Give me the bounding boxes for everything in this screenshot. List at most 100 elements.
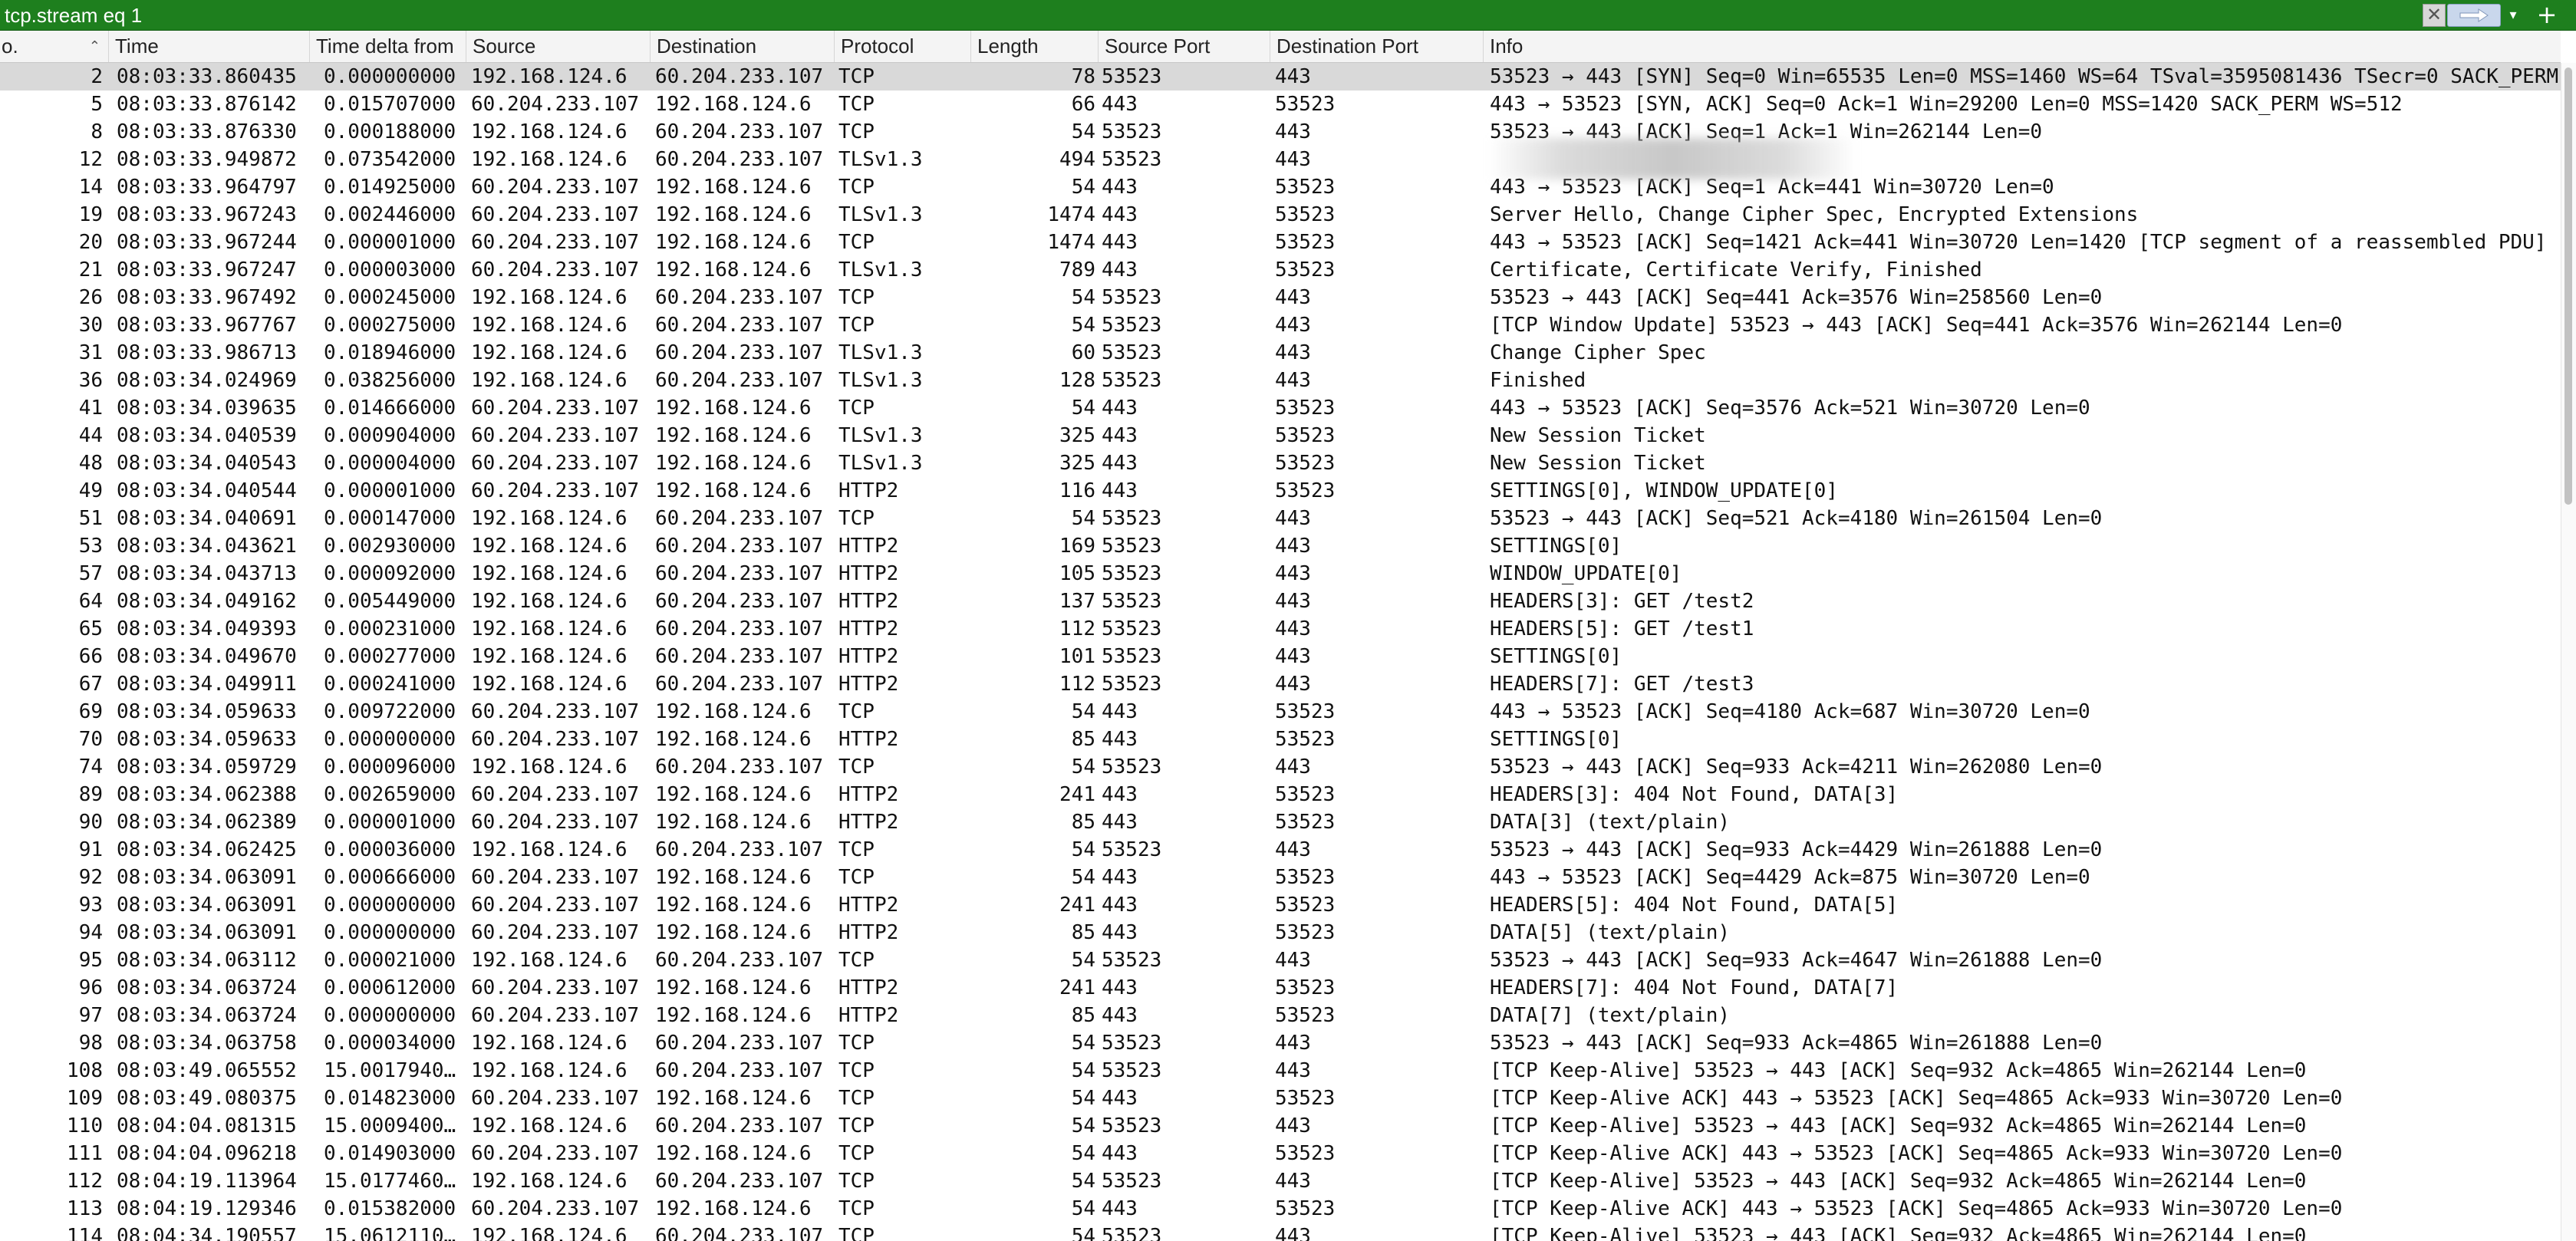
table-row[interactable]: 20 08:03:33.967244 0.000001000 60.204.233.1… <box>0 229 2561 256</box>
cell-length: 54 <box>1071 286 1095 309</box>
column-header-source-port[interactable]: Source Port <box>1099 31 1270 62</box>
display-filter-input[interactable] <box>5 2 2413 28</box>
cell-number: 20 <box>78 231 103 254</box>
table-row[interactable]: 8 08:03:33.876330 0.000188000 192.168.124.6… <box>0 118 2561 146</box>
column-header-length[interactable]: Length <box>971 31 1099 62</box>
table-row[interactable]: 51 08:03:34.040691 0.000147000 192.168.124.… <box>0 505 2561 532</box>
table-row[interactable]: 96 08:03:34.063724 0.000612000 60.204.233.1… <box>0 974 2561 1002</box>
table-row[interactable]: 41 08:03:34.039635 0.014666000 60.204.233.1… <box>0 394 2561 422</box>
table-row[interactable]: 44 08:03:34.040539 0.000904000 60.204.233.1… <box>0 422 2561 449</box>
table-row[interactable]: 111 08:04:04.096218 0.014903000 60.204.233.… <box>0 1140 2561 1167</box>
scrollbar-thumb[interactable] <box>2564 67 2572 505</box>
cell-time: 08:03:33.986713 <box>117 341 297 364</box>
table-row[interactable]: 90 08:03:34.062389 0.000001000 60.204.233.1… <box>0 808 2561 836</box>
column-header-destination-port[interactable]: Destination Port <box>1270 31 1484 62</box>
cell-info: SETTINGS[0] <box>1490 535 1622 558</box>
table-row[interactable]: 70 08:03:34.059633 0.000000000 60.204.233.1… <box>0 726 2561 753</box>
cell-destination-port: 53523 <box>1275 176 1336 199</box>
column-header-source[interactable]: Source <box>466 31 651 62</box>
table-row[interactable]: 97 08:03:34.063724 0.000000000 60.204.233.1… <box>0 1002 2561 1029</box>
cell-info: [TCP Keep-Alive] 53523 → 443 [ACK] Seq=9… <box>1490 1059 2307 1082</box>
column-header-protocol[interactable]: Protocol <box>835 31 971 62</box>
table-row[interactable]: 93 08:03:34.063091 0.000000000 60.204.233.1… <box>0 891 2561 919</box>
table-row[interactable]: 26 08:03:33.967492 0.000245000 192.168.124.… <box>0 284 2561 311</box>
table-row[interactable]: 89 08:03:34.062388 0.002659000 60.204.233.1… <box>0 781 2561 808</box>
table-row[interactable]: 48 08:03:34.040543 0.000004000 60.204.233.1… <box>0 449 2561 477</box>
table-row[interactable]: 30 08:03:33.967767 0.000275000 192.168.124.… <box>0 311 2561 339</box>
table-row[interactable]: 110 08:04:04.081315 15.0009400… 192.168.124… <box>0 1112 2561 1140</box>
cell-time: 08:03:34.059729 <box>117 755 297 779</box>
cell-length: 116 <box>1059 479 1095 502</box>
cell-destination-port: 443 <box>1275 1225 1311 1241</box>
cell-time-delta: 0.000666000 <box>324 866 456 889</box>
table-row[interactable]: 57 08:03:34.043713 0.000092000 192.168.124.… <box>0 560 2561 588</box>
table-row[interactable]: 92 08:03:34.063091 0.000666000 60.204.233.1… <box>0 864 2561 891</box>
cell-source: 192.168.124.6 <box>471 65 628 88</box>
cell-destination: 60.204.233.107 <box>655 590 824 613</box>
plus-icon[interactable]: + <box>2532 2 2562 29</box>
table-row[interactable]: 65 08:03:34.049393 0.000231000 192.168.124.… <box>0 615 2561 643</box>
table-row[interactable]: 19 08:03:33.967243 0.002446000 60.204.233.1… <box>0 201 2561 229</box>
cell-number: 31 <box>78 341 103 364</box>
column-header-time-delta[interactable]: Time delta from <box>310 31 466 62</box>
table-row[interactable]: 98 08:03:34.063758 0.000034000 192.168.124.… <box>0 1029 2561 1057</box>
cell-protocol: TCP <box>838 949 875 972</box>
chevron-down-icon[interactable]: ▾ <box>2502 4 2524 27</box>
cell-info: 53523 → 443 [ACK] Seq=441 Ack=3576 Win=2… <box>1490 286 2103 309</box>
cell-protocol: TCP <box>838 1225 875 1241</box>
cell-time-delta: 0.000001000 <box>324 231 456 254</box>
cell-destination: 60.204.233.107 <box>655 1170 824 1193</box>
table-row[interactable]: 31 08:03:33.986713 0.018946000 192.168.124.… <box>0 339 2561 367</box>
column-header-time[interactable]: Time <box>109 31 310 62</box>
cell-number: 5 <box>91 93 103 116</box>
table-row[interactable]: 74 08:03:34.059729 0.000096000 192.168.124.… <box>0 753 2561 781</box>
cell-destination: 192.168.124.6 <box>655 894 812 917</box>
cell-protocol: TCP <box>838 120 875 143</box>
table-row[interactable]: 36 08:03:34.024969 0.038256000 192.168.124.… <box>0 367 2561 394</box>
cell-info: 443 → 53523 [ACK] Seq=4180 Ack=687 Win=3… <box>1490 700 2090 723</box>
table-row[interactable]: 112 08:04:19.113964 15.0177460… 192.168.124… <box>0 1167 2561 1195</box>
table-row[interactable]: 109 08:03:49.080375 0.014823000 60.204.233.… <box>0 1085 2561 1112</box>
table-row[interactable]: 108 08:03:49.065552 15.0017940… 192.168.124… <box>0 1057 2561 1085</box>
table-row[interactable]: 64 08:03:34.049162 0.005449000 192.168.124.… <box>0 588 2561 615</box>
cell-length: 241 <box>1059 783 1095 806</box>
apply-arrow-icon[interactable] <box>2447 4 2501 27</box>
column-header-info[interactable]: Info <box>1484 31 2561 62</box>
vertical-scrollbar[interactable] <box>2561 63 2576 1241</box>
cell-number: 51 <box>78 507 103 530</box>
cell-source-port: 443 <box>1102 176 1138 199</box>
clear-icon[interactable]: ✕ <box>2423 4 2446 27</box>
cell-length: 54 <box>1071 1142 1095 1165</box>
cell-number: 12 <box>78 148 103 171</box>
table-row[interactable]: 14 08:03:33.964797 0.014925000 60.204.233.1… <box>0 173 2561 201</box>
cell-source: 192.168.124.6 <box>471 1170 628 1193</box>
cell-protocol: TLSv1.3 <box>838 203 923 226</box>
cell-source-port: 53523 <box>1102 562 1162 585</box>
table-row[interactable]: 53 08:03:34.043621 0.002930000 192.168.124.… <box>0 532 2561 560</box>
table-row[interactable]: 2 08:03:33.860435 0.000000000 192.168.124.6… <box>0 63 2561 91</box>
cell-number: 91 <box>78 838 103 861</box>
table-row[interactable]: 21 08:03:33.967247 0.000003000 60.204.233.1… <box>0 256 2561 284</box>
cell-destination-port: 443 <box>1275 369 1311 392</box>
table-row[interactable]: 5 08:03:33.876142 0.015707000 60.204.233.10… <box>0 91 2561 118</box>
table-row[interactable]: 69 08:03:34.059633 0.009722000 60.204.233.1… <box>0 698 2561 726</box>
cell-length: 325 <box>1059 424 1095 447</box>
table-row[interactable]: 12 08:03:33.949872 0.073542000 192.168.124.… <box>0 146 2561 173</box>
cell-destination: 60.204.233.107 <box>655 1032 824 1055</box>
table-row[interactable]: 113 08:04:19.129346 0.015382000 60.204.233.… <box>0 1195 2561 1223</box>
cell-time: 08:03:34.063112 <box>117 949 297 972</box>
cell-source: 60.204.233.107 <box>471 783 640 806</box>
table-row[interactable]: 91 08:03:34.062425 0.000036000 192.168.124.… <box>0 836 2561 864</box>
column-header-no[interactable]: o. ⌃ <box>0 31 109 62</box>
table-row[interactable]: 95 08:03:34.063112 0.000021000 192.168.124.… <box>0 946 2561 974</box>
table-row[interactable]: 114 08:04:34.190557 15.0612110… 192.168.124… <box>0 1223 2561 1241</box>
cell-protocol: TCP <box>838 1059 875 1082</box>
table-row[interactable]: 94 08:03:34.063091 0.000000000 60.204.233.1… <box>0 919 2561 946</box>
packet-list-window: ✕ ▾ + o. ⌃ Time Time delta from Source D… <box>0 0 2576 1241</box>
cell-number: 98 <box>78 1032 103 1055</box>
cell-number: 66 <box>78 645 103 668</box>
table-row[interactable]: 67 08:03:34.049911 0.000241000 192.168.124.… <box>0 670 2561 698</box>
table-row[interactable]: 49 08:03:34.040544 0.000001000 60.204.233.1… <box>0 477 2561 505</box>
table-row[interactable]: 66 08:03:34.049670 0.000277000 192.168.124.… <box>0 643 2561 670</box>
column-header-destination[interactable]: Destination <box>651 31 835 62</box>
